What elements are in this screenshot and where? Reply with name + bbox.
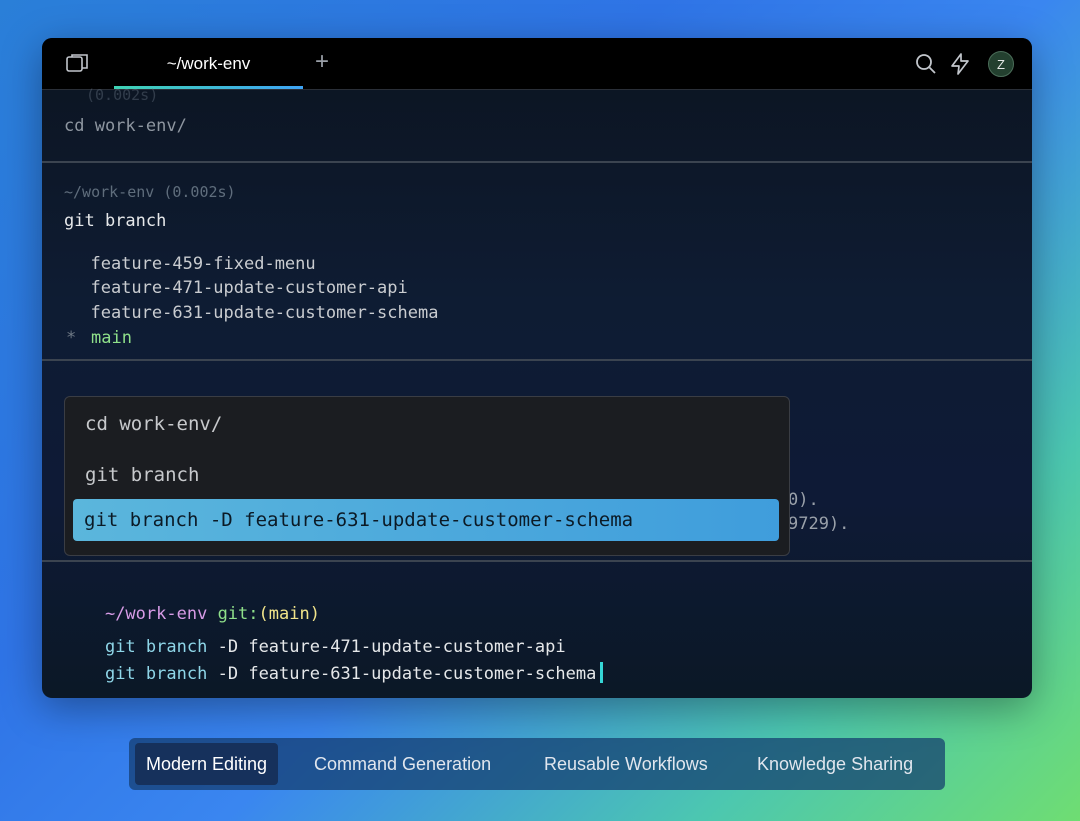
- history-item[interactable]: git branch: [85, 464, 199, 486]
- text-cursor: [600, 662, 604, 683]
- history-item-selected[interactable]: git branch -D feature-631-update-custome…: [73, 499, 779, 541]
- block-header-partial: (0.002s): [86, 86, 159, 104]
- panels-icon[interactable]: [64, 52, 88, 76]
- title-bar: ~/work-env + Z: [42, 38, 1032, 90]
- tab-label: ~/work-env: [166, 53, 251, 73]
- search-icon[interactable]: [914, 52, 938, 76]
- block-header: ~/work-env (0.002s): [64, 183, 236, 201]
- block-command: git branch: [64, 211, 167, 231]
- current-branch-marker: *: [66, 328, 77, 348]
- block-command-partial[interactable]: cd work-env/: [64, 116, 187, 136]
- command-history-popup: cd work-env/ git branch git branch -D fe…: [64, 396, 790, 556]
- block-divider: [42, 359, 1032, 361]
- avatar[interactable]: Z: [988, 51, 1014, 77]
- tab-work-env[interactable]: ~/work-env: [114, 38, 303, 89]
- terminal-window: ~/work-env + Z (0.002s) cd work-env/ ~/w…: [42, 38, 1032, 698]
- nav-reusable-workflows[interactable]: Reusable Workflows: [533, 743, 719, 785]
- branch-line: feature-459-fixed-menu: [70, 254, 316, 274]
- nav-modern-editing[interactable]: Modern Editing: [135, 743, 279, 785]
- obscured-output: 9729).: [788, 514, 850, 534]
- nav-command-generation[interactable]: Command Generation: [303, 743, 502, 785]
- block-divider: [42, 560, 1032, 562]
- feature-nav: Modern Editing Command Generation Reusab…: [129, 738, 945, 790]
- nav-knowledge-sharing[interactable]: Knowledge Sharing: [746, 743, 924, 785]
- block-divider: [42, 161, 1032, 163]
- current-branch: main: [91, 328, 132, 348]
- plus-icon: +: [314, 48, 329, 75]
- branch-line: feature-471-update-customer-api: [70, 278, 408, 298]
- selected-command: git branch -D feature-631-update-custome…: [84, 509, 634, 531]
- new-tab-button[interactable]: +: [308, 48, 336, 76]
- obscured-output: 0).: [788, 490, 819, 510]
- history-item[interactable]: cd work-env/: [85, 413, 222, 435]
- branch-line: feature-631-update-customer-schema: [70, 303, 439, 323]
- lightning-icon[interactable]: [948, 52, 972, 76]
- command-input-line[interactable]: git branch -D feature-631-update-custome…: [64, 642, 604, 698]
